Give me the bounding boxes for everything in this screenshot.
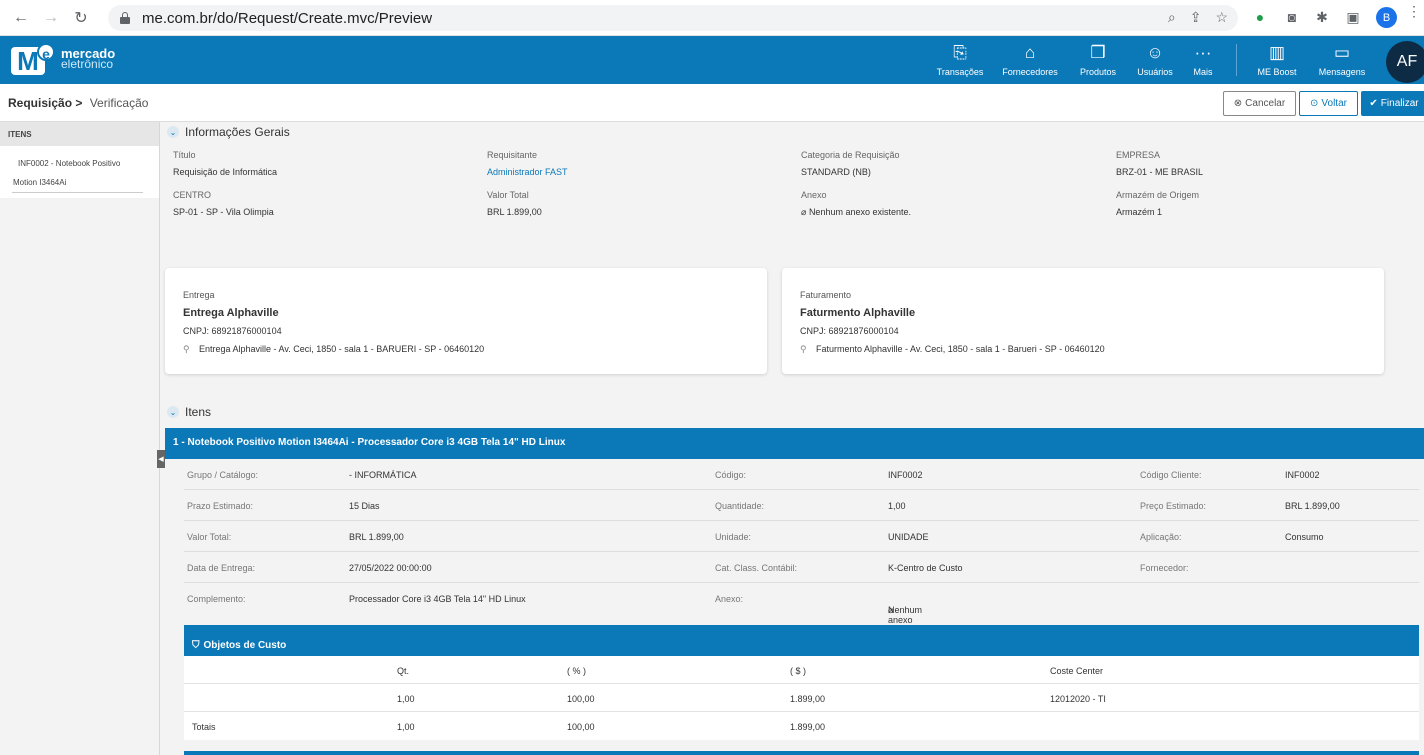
section-items-title[interactable]: ⌄ Itens — [167, 405, 211, 419]
breadcrumb-requisicao[interactable]: Requisição > — [8, 96, 82, 110]
url-text: me.com.br/do/Request/Create.mvc/Preview — [142, 9, 433, 27]
location-pin-icon: ⚲ — [800, 344, 807, 354]
sidebar-item[interactable]: INF0002 - Notebook Positivo Motion I3464… — [0, 146, 159, 198]
nav-me-boost[interactable]: ▥ ME Boost — [1254, 36, 1300, 84]
next-section-bar — [184, 751, 1419, 755]
chevron-down-icon: ⌄ — [167, 406, 179, 418]
paperclip-icon: ⌀ — [801, 207, 807, 217]
table-row: Data de Entrega: 27/05/2022 00:00:00 Cat… — [184, 552, 1419, 583]
sidebar-header: ITENS — [0, 122, 159, 146]
delivery-card: Entrega Entrega Alphaville CNPJ: 6892187… — [165, 268, 767, 374]
item-detail-table: Grupo / Catálogo: - INFORMÁTICA Código: … — [184, 459, 1419, 635]
lock-icon — [120, 12, 130, 24]
transactions-icon: ⎘ — [953, 43, 967, 62]
address-bar[interactable]: me.com.br/do/Request/Create.mvc/Preview … — [108, 5, 1238, 31]
check-icon: ✔ — [1369, 98, 1378, 109]
table-row: Valor Total: BRL 1.899,00 Unidade: UNIDA… — [184, 521, 1419, 552]
main-content: ⌄ Informações Gerais Título Requisição d… — [165, 122, 1424, 755]
field-anexo: Anexo ⌀ Nenhum anexo existente. — [801, 190, 912, 217]
nav-divider — [1236, 44, 1237, 76]
star-icon[interactable]: ☆ — [1215, 9, 1228, 26]
extension-leaf-icon[interactable]: ● — [1250, 7, 1270, 27]
items-sidebar: ITENS INF0002 - Notebook Positivo Motion… — [0, 122, 160, 755]
box-icon: ❒ — [1090, 43, 1106, 62]
field-empresa: EMPRESA BRZ-01 - ME BRASIL — [1116, 150, 1204, 177]
nav-mais[interactable]: ··· Mais — [1188, 36, 1218, 84]
field-valor-total: Valor Total BRL 1.899,00 — [487, 190, 542, 217]
table-row: Prazo Estimado: 15 Dias Quantidade: 1,00… — [184, 490, 1419, 521]
breadcrumb: Requisição > Verificação — [8, 96, 148, 110]
field-categoria: Categoria de Requisição STANDARD (NB) — [801, 150, 900, 177]
users-icon: ☺ — [1146, 43, 1164, 62]
finish-button[interactable]: ✔ Finalizar — [1361, 91, 1424, 116]
sidepanel-icon[interactable]: ▣ — [1343, 7, 1363, 27]
field-centro: CENTRO SP-01 - SP - Vila Olimpia — [173, 190, 274, 217]
requisitante-link[interactable]: Administrador FAST — [487, 167, 787, 177]
table-row: Complemento: Processador Core i3 4GB Tel… — [187, 594, 927, 635]
breadcrumb-bar: Requisição > Verificação ⊗ Cancelar ⊙ Vo… — [0, 84, 1424, 122]
field-armazem: Armazém de Origem Armazém 1 — [1116, 190, 1200, 217]
nav-mensagens[interactable]: ▭ Mensagens — [1314, 36, 1370, 84]
item-header[interactable]: 1 - Notebook Positivo Motion I3464Ai - P… — [165, 428, 1424, 459]
browser-menu-icon[interactable]: ⋮ — [1407, 4, 1421, 18]
reload-icon[interactable]: ↻ — [70, 7, 92, 29]
profile-avatar[interactable]: B — [1376, 7, 1397, 28]
back-arrow-icon[interactable]: ← — [10, 7, 32, 29]
extension-c-icon[interactable]: ◙ — [1282, 7, 1302, 27]
share-icon[interactable]: ⇪ — [1190, 9, 1202, 26]
table-row: Grupo / Catálogo: - INFORMÁTICA Código: … — [184, 459, 1419, 490]
field-requisitante: Requisitante Administrador FAST — [487, 150, 787, 177]
back-button[interactable]: ⊙ Voltar — [1299, 91, 1358, 116]
location-pin-icon: ⚲ — [183, 344, 190, 354]
browser-toolbar: ← → ↻ me.com.br/do/Request/Create.mvc/Pr… — [0, 0, 1424, 36]
back-circle-icon: ⊙ — [1310, 98, 1319, 109]
field-titulo: Título Requisição de Informática — [173, 150, 278, 177]
more-icon: ··· — [1194, 43, 1212, 62]
breadcrumb-verificacao: Verificação — [89, 96, 149, 110]
app-header: M e mercado eletrônico ⎘ Transações ⌂ Fo… — [0, 36, 1424, 84]
logo[interactable]: M e mercado eletrônico — [11, 43, 115, 75]
puzzle-icon[interactable]: ✱ — [1312, 7, 1332, 27]
store-icon: ⌂ — [1024, 43, 1036, 62]
message-icon: ▭ — [1333, 43, 1351, 62]
nav-fornecedores[interactable]: ⌂ Fornecedores — [1000, 36, 1060, 84]
cost-objects-table: Qt. ( % ) ( $ ) Coste Center 1,00 100,00… — [184, 656, 1419, 740]
section-general-title[interactable]: ⌄ Informações Gerais — [167, 125, 290, 139]
billing-card: Faturamento Faturmento Alphaville CNPJ: … — [782, 268, 1384, 374]
user-avatar[interactable]: AF — [1386, 41, 1424, 83]
nav-produtos[interactable]: ❒ Produtos — [1076, 36, 1120, 84]
totals-row: Totais 1,00 100,00 1.899,00 — [192, 722, 826, 732]
chevron-down-icon: ⌄ — [167, 126, 179, 138]
forward-arrow-icon[interactable]: → — [40, 7, 62, 29]
table-header-row: Qt. ( % ) ( $ ) Coste Center — [184, 656, 1419, 684]
nav-transacoes[interactable]: ⎘ Transações — [936, 36, 984, 84]
sidebar-collapse-icon[interactable]: ◀ — [157, 450, 165, 468]
cost-objects-header[interactable]: ⛉ Objetos de Custo — [184, 625, 1419, 656]
tag-icon: ⛉ — [192, 639, 200, 651]
cancel-button[interactable]: ⊗ Cancelar — [1223, 91, 1296, 116]
nav-usuarios[interactable]: ☺ Usuários — [1134, 36, 1176, 84]
zoom-icon[interactable]: ⌕ — [1168, 9, 1176, 26]
table-row: 1,00 100,00 1.899,00 12012020 - TI — [184, 684, 1419, 712]
chart-icon: ▥ — [1268, 43, 1286, 62]
cancel-circle-icon: ⊗ — [1233, 98, 1243, 109]
